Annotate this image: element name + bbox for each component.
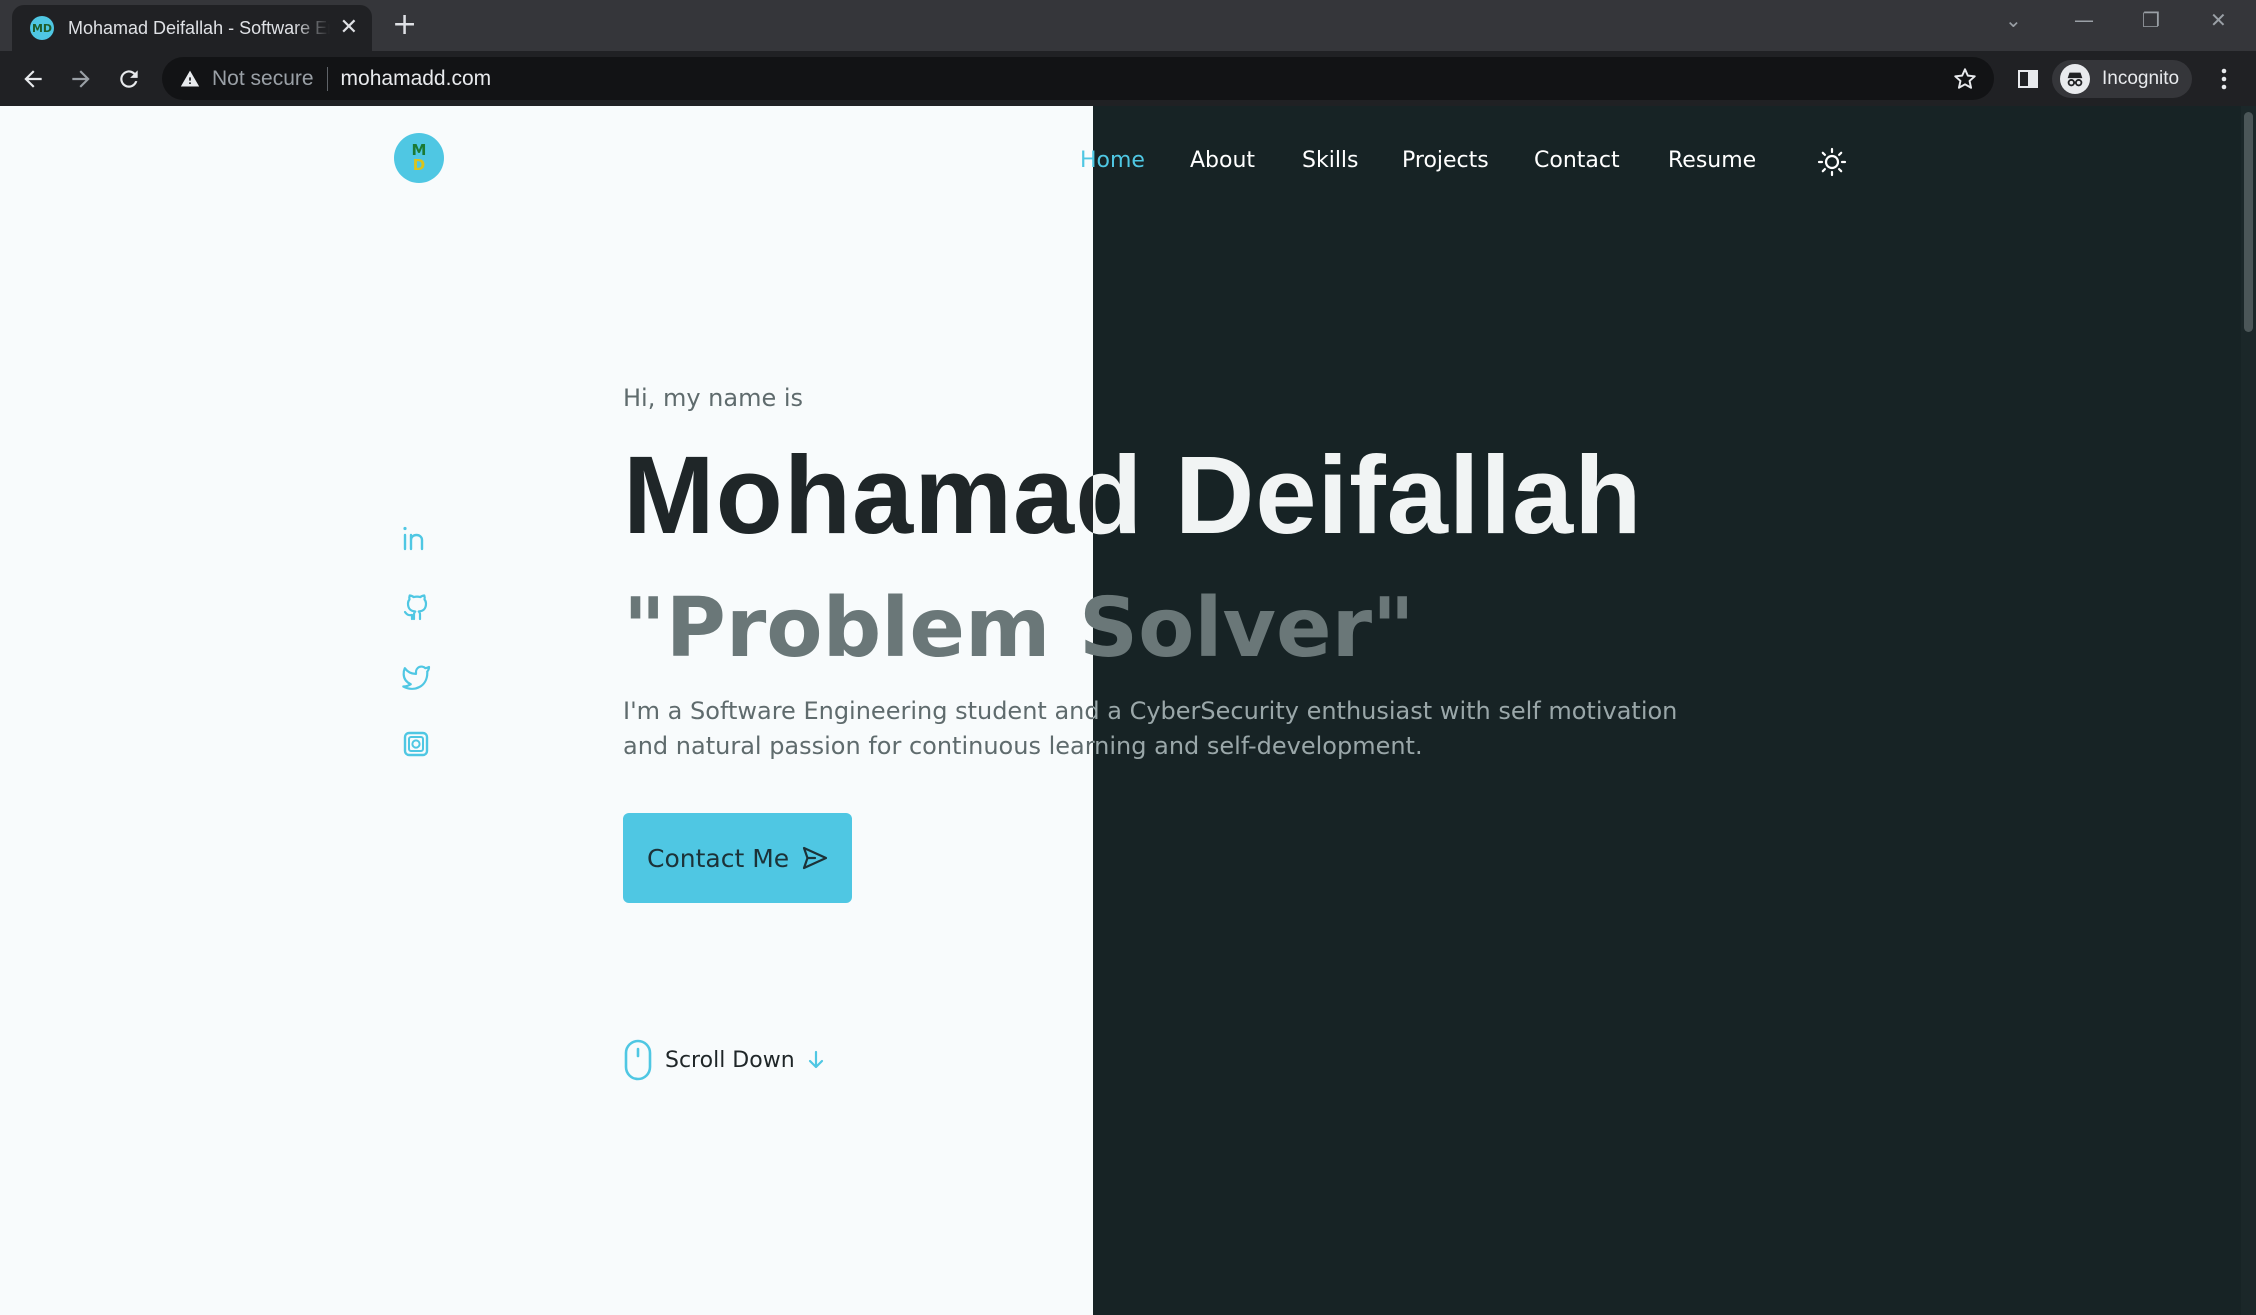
- dark-theme-panel: [1093, 106, 2256, 1315]
- address-bar[interactable]: Not secure mohamadd.com: [162, 57, 1994, 100]
- forward-button[interactable]: [61, 59, 101, 99]
- new-tab-button[interactable]: +: [392, 10, 417, 40]
- nav-projects[interactable]: Projects: [1402, 148, 1489, 173]
- contact-me-label: Contact Me: [647, 843, 790, 873]
- send-icon: [803, 846, 828, 870]
- tab-search-icon[interactable]: ⌄: [2005, 8, 2022, 32]
- url-text[interactable]: mohamadd.com: [341, 67, 492, 91]
- contact-me-button[interactable]: Contact Me: [623, 813, 852, 903]
- omnibox-divider: [326, 66, 328, 91]
- back-arrow-icon: [24, 70, 42, 88]
- nav-resume[interactable]: Resume: [1668, 148, 1756, 173]
- nav-about[interactable]: About: [1190, 148, 1255, 173]
- restore-icon[interactable]: ❐: [2142, 8, 2160, 32]
- twitter-icon[interactable]: [400, 660, 432, 692]
- browser-toolbar: Not secure mohamadd.com Incognito: [0, 51, 2256, 106]
- browser-tab-bar: MD Mohamad Deifallah - Software Engineer…: [0, 0, 2256, 51]
- scroll-down-link[interactable]: Scroll Down: [623, 1039, 827, 1081]
- instagram-icon[interactable]: [400, 728, 432, 760]
- security-label: Not secure: [212, 66, 314, 90]
- warning-icon: [180, 70, 200, 86]
- tab-title: Mohamad Deifallah - Software Engineer: [68, 17, 330, 38]
- reload-icon: [120, 70, 138, 88]
- side-panel-icon[interactable]: [2016, 67, 2040, 91]
- browser-menu-icon[interactable]: [2212, 66, 2236, 92]
- window-close-icon[interactable]: ✕: [2210, 8, 2227, 32]
- scroll-down-label: Scroll Down: [665, 1047, 795, 1073]
- forward-arrow-icon: [72, 70, 90, 88]
- back-button[interactable]: [13, 59, 53, 99]
- scrollbar-thumb[interactable]: [2244, 112, 2253, 332]
- reload-button[interactable]: [109, 59, 149, 99]
- site-logo[interactable]: M D: [394, 133, 444, 183]
- close-tab-icon[interactable]: ✕: [340, 17, 358, 39]
- incognito-icon: [2060, 64, 2090, 94]
- bookmark-star-icon[interactable]: [1952, 66, 1978, 92]
- sun-icon[interactable]: [1816, 146, 1848, 178]
- hero-greeting: Hi, my name is: [623, 384, 804, 412]
- browser-tab[interactable]: MD Mohamad Deifallah - Software Engineer…: [12, 5, 372, 51]
- mouse-icon: [624, 1039, 652, 1081]
- linkedin-icon[interactable]: [400, 522, 432, 554]
- nav-home[interactable]: Home: [1080, 148, 1145, 173]
- logo-letter-d: D: [412, 156, 426, 174]
- incognito-label: Incognito: [2102, 68, 2180, 89]
- incognito-profile-button[interactable]: Incognito: [2052, 60, 2192, 98]
- page-viewport: M D Home About Skills Projects Contact R…: [0, 106, 2256, 1315]
- nav-contact[interactable]: Contact: [1534, 148, 1620, 173]
- github-icon[interactable]: [400, 591, 432, 623]
- nav-skills[interactable]: Skills: [1302, 148, 1359, 173]
- minimize-icon[interactable]: —: [2074, 8, 2094, 32]
- favicon-icon: MD: [30, 16, 54, 40]
- arrow-down-icon: [808, 1050, 823, 1069]
